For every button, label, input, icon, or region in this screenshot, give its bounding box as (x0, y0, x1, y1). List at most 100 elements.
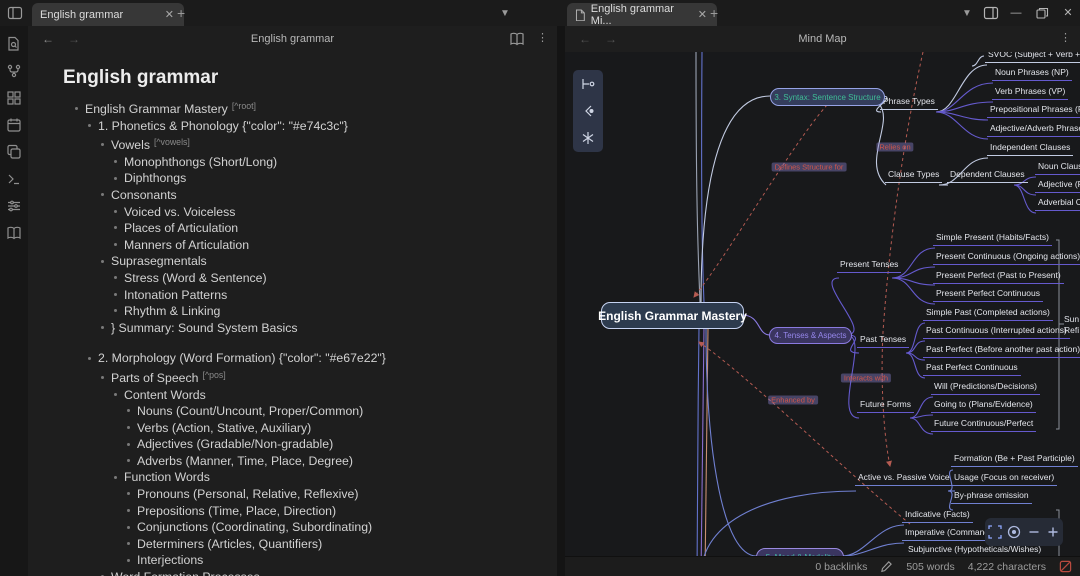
forward-icon[interactable]: → (605, 32, 617, 46)
mind-map-pane[interactable]: English Grammar Mastery 3. Syntax: Senten… (565, 52, 1080, 576)
sliders-icon[interactable] (6, 198, 22, 214)
outline-item[interactable]: } Summary: Sound System Basics (63, 320, 557, 337)
map-node-past-perfect-continuous[interactable]: Past Perfect Continuous (923, 362, 1021, 376)
editor-pane[interactable]: English grammar English Grammar Mastery[… (28, 52, 557, 576)
map-node-present-tenses[interactable]: Present Tenses (837, 259, 901, 273)
back-icon[interactable]: ← (579, 32, 591, 46)
grid-icon[interactable] (6, 90, 22, 106)
file-search-icon[interactable] (6, 36, 22, 52)
outline-item[interactable]: Function Words (63, 469, 557, 486)
edit-icon[interactable] (880, 560, 893, 573)
tab-close-icon[interactable]: ✕ (696, 8, 709, 21)
map-node-simple-present[interactable]: Simple Present (Habits/Facts) (933, 232, 1052, 246)
sync-error-icon[interactable] (1059, 560, 1072, 573)
new-tab-button[interactable]: + (177, 6, 185, 20)
map-node-adjective-adverb-phrases[interactable]: Adjective/Adverb Phrases (987, 123, 1080, 137)
outline-item[interactable]: Adverbs (Manner, Time, Place, Degree) (63, 453, 557, 470)
zoom-in-icon[interactable] (1046, 525, 1060, 539)
map-node-future-continuous-perfect[interactable]: Future Continuous/Perfect (931, 418, 1036, 432)
fit-view-icon[interactable] (988, 525, 1002, 539)
expand-node-icon[interactable] (580, 76, 596, 92)
forward-icon[interactable]: → (68, 32, 80, 46)
outline-item[interactable]: English Grammar Mastery[^root] (63, 98, 557, 118)
toggle-right-sidebar-icon[interactable] (983, 5, 999, 21)
tab-close-icon[interactable]: ✕ (163, 8, 176, 21)
map-node-syntax[interactable]: 3. Syntax: Sentence Structure (770, 88, 885, 106)
map-node-formation[interactable]: Formation (Be + Past Participle) (951, 453, 1078, 467)
word-count[interactable]: 505 words (906, 561, 954, 573)
tab-list-chevron-icon[interactable]: ▼ (500, 8, 510, 19)
toggle-left-sidebar-icon[interactable] (7, 5, 23, 21)
restore-button[interactable] (1034, 5, 1050, 21)
outline-item[interactable]: Suprasegmentals (63, 253, 557, 270)
minimize-button[interactable]: — (1008, 5, 1024, 21)
tab-list-chevron-icon[interactable]: ▼ (962, 8, 972, 19)
map-node-phrase-types[interactable]: Phrase Types (880, 96, 938, 110)
outline-item[interactable]: Prepositions (Time, Place, Direction) (63, 503, 557, 520)
terminal-icon[interactable] (6, 171, 22, 187)
map-node-present-perfect-continuous[interactable]: Present Perfect Continuous (933, 288, 1043, 302)
character-count[interactable]: 4,222 characters (968, 561, 1046, 573)
map-node-noun-phrases[interactable]: Noun Phrases (NP) (992, 67, 1072, 81)
map-node-verb-phrases[interactable]: Verb Phrases (VP) (992, 86, 1068, 100)
outline-item[interactable]: Verbs (Action, Stative, Auxiliary) (63, 420, 557, 437)
outline-item[interactable]: 1. Phonetics & Phonology {"color": "#e74… (63, 118, 557, 135)
note-title[interactable]: English grammar (63, 67, 557, 89)
relayout-icon[interactable] (580, 130, 596, 146)
more-options-icon[interactable]: ⋮ (1060, 31, 1068, 47)
outline-item[interactable]: Manners of Articulation (63, 237, 557, 254)
map-node-clause-types[interactable]: Clause Types (885, 169, 942, 183)
new-tab-button[interactable]: + (710, 6, 718, 20)
map-node-svoc[interactable]: SVOC (Subject + Verb + Obj + C (985, 52, 1080, 63)
outline-item[interactable]: Conjunctions (Coordinating, Subordinatin… (63, 519, 557, 536)
outline-item[interactable]: Determiners (Articles, Quantifiers) (63, 536, 557, 553)
outline-item[interactable]: Monophthongs (Short/Long) (63, 154, 557, 171)
outline-item[interactable]: Adjectives (Gradable/Non-gradable) (63, 436, 557, 453)
outline-item[interactable]: Consonants (63, 187, 557, 204)
map-node-present-perfect[interactable]: Present Perfect (Past to Present) (933, 270, 1064, 284)
outline-item[interactable]: Content Words (63, 387, 557, 404)
outline-item[interactable]: Diphthongs (63, 170, 557, 187)
outline-item[interactable]: 2. Morphology (Word Formation) {"color":… (63, 350, 557, 367)
map-node-noun-clauses[interactable]: Noun Clauses (1035, 161, 1080, 175)
outline-item[interactable]: Places of Articulation (63, 220, 557, 237)
map-node-usage[interactable]: Usage (Focus on receiver) (951, 472, 1057, 486)
map-node-indicative[interactable]: Indicative (Facts) (902, 509, 973, 523)
copy-icon[interactable] (6, 144, 22, 160)
outline-item[interactable]: Rhythm & Linking (63, 303, 557, 320)
outline-item[interactable]: Pronouns (Personal, Relative, Reflexive) (63, 486, 557, 503)
pane-divider[interactable] (557, 26, 565, 576)
map-node-active-passive[interactable]: Active vs. Passive Voice (855, 472, 953, 486)
close-window-button[interactable]: ✕ (1060, 5, 1076, 21)
map-node-root[interactable]: English Grammar Mastery (601, 302, 744, 329)
map-node-past-continuous[interactable]: Past Continuous (Interrupted actions) (923, 325, 1070, 339)
outline-item[interactable]: Vowels[^vowels] (63, 134, 557, 154)
map-node-independent-clauses[interactable]: Independent Clauses (987, 142, 1073, 156)
map-node-tenses[interactable]: 4. Tenses & Aspects (769, 327, 852, 344)
outline-item[interactable]: Stress (Word & Sentence) (63, 270, 557, 287)
more-options-icon[interactable]: ⋮ (537, 31, 545, 47)
outline-item[interactable]: Interjections (63, 552, 557, 569)
map-node-going-to[interactable]: Going to (Plans/Evidence) (931, 399, 1036, 413)
outline-item[interactable]: Voiced vs. Voiceless (63, 204, 557, 221)
center-view-icon[interactable] (1007, 525, 1021, 539)
reading-view-icon[interactable] (509, 31, 525, 47)
zoom-out-icon[interactable] (1027, 525, 1041, 539)
map-node-dependent-clauses[interactable]: Dependent Clauses (947, 169, 1028, 183)
map-node-present-continuous[interactable]: Present Continuous (Ongoing actions) (933, 251, 1080, 265)
tab-english-grammar[interactable]: English grammar ✕ (32, 3, 184, 26)
calendar-icon[interactable] (6, 117, 22, 133)
outline-item[interactable]: Intonation Patterns (63, 287, 557, 304)
map-node-prepositional-phrases[interactable]: Prepositional Phrases (PP) (987, 104, 1080, 118)
book-icon[interactable] (6, 225, 22, 241)
map-node-will[interactable]: Will (Predictions/Decisions) (931, 381, 1040, 395)
map-node-adjective-relative[interactable]: Adjective (Rel (1035, 179, 1080, 193)
backlinks-count[interactable]: 0 backlinks (815, 561, 867, 573)
map-node-past-tenses[interactable]: Past Tenses (857, 334, 909, 348)
map-node-adverbial-clauses[interactable]: Adverbial Cla (1035, 197, 1080, 211)
outline-item[interactable]: Word Formation Processes (63, 569, 557, 576)
map-node-past-perfect[interactable]: Past Perfect (Before another past action… (923, 344, 1080, 358)
map-node-simple-past[interactable]: Simple Past (Completed actions) (923, 307, 1053, 321)
outline-item[interactable]: Parts of Speech[^pos] (63, 367, 557, 387)
map-node-future-forms[interactable]: Future Forms (857, 399, 914, 413)
